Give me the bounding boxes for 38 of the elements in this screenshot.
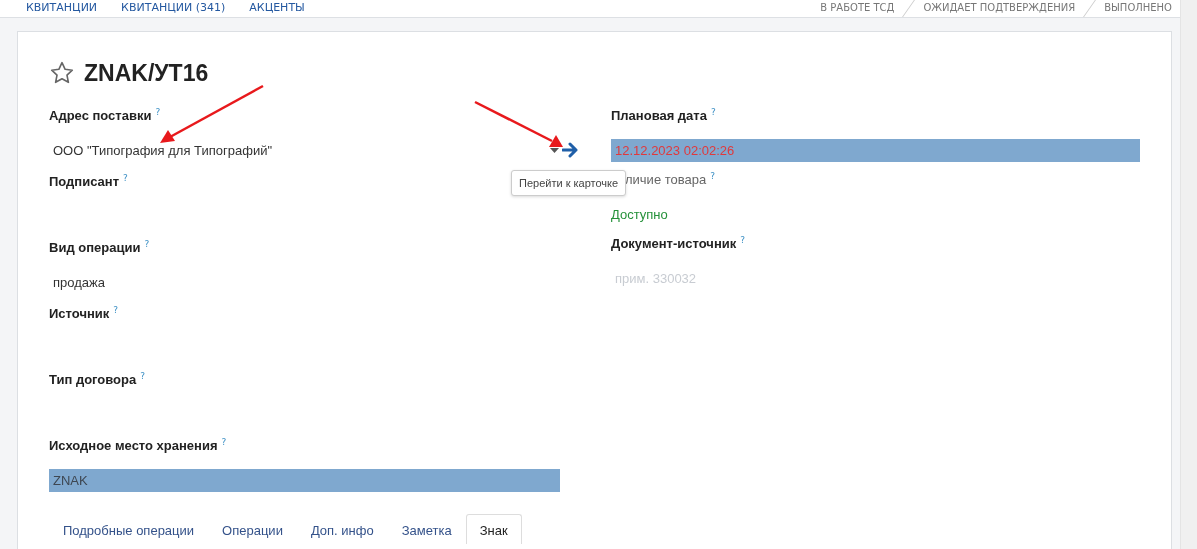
nav-tab[interactable]: КВИТАНЦИИ (341) [121, 0, 226, 17]
field-label: Адрес поставки [49, 107, 152, 125]
tab[interactable]: Заметка [387, 514, 466, 544]
help-mark[interactable]: ? [113, 304, 119, 316]
help-mark[interactable]: ? [221, 436, 227, 448]
help-mark[interactable]: ? [123, 172, 128, 184]
field-label: Подписант [49, 173, 120, 191]
availability-status: Доступно [611, 206, 668, 222]
help-mark[interactable]: ? [140, 370, 145, 382]
status-step[interactable]: ОЖИДАЕТ ПОДТВЕРЖДЕНИЯ [923, 0, 1076, 16]
tooltip: Перейти к карточке [511, 170, 627, 196]
help-mark[interactable]: ? [155, 106, 161, 118]
help-mark[interactable]: ? [144, 238, 150, 250]
scrollbar[interactable] [1180, 0, 1197, 549]
highlighted-field[interactable]: ZNAK [49, 468, 560, 492]
field-label: личие товара [625, 171, 707, 189]
nav-tab[interactable]: АКЦЕНТЫ [249, 0, 305, 17]
field-label: Документ-источник [611, 235, 737, 253]
help-mark[interactable]: ? [740, 234, 746, 246]
tab[interactable]: Доп. инфо [296, 514, 388, 544]
star-icon[interactable] [49, 60, 75, 86]
field-label: Исходное место хранения [49, 437, 218, 455]
address-select[interactable]: ООО "Типография для Типографий" [49, 142, 543, 158]
tab[interactable]: Знак [465, 514, 522, 544]
nav-tab[interactable]: КВИТАНЦИИ [26, 0, 98, 17]
record-title: ZNAK/УТ16 [84, 59, 209, 87]
field-value: продажа [52, 274, 105, 290]
field-label: Тип договора [49, 371, 137, 389]
status-step[interactable]: В РАБОТЕ ТСД [820, 0, 895, 16]
status-step[interactable]: ВЫПОЛНЕНО [1104, 0, 1172, 16]
help-mark[interactable]: ? [710, 106, 716, 118]
tab[interactable]: Подробные операции [49, 514, 209, 544]
tab[interactable]: Операции [208, 514, 297, 544]
field-label: Вид операции [49, 239, 141, 257]
help-mark[interactable]: ? [710, 170, 715, 182]
field-label: Источник [49, 305, 110, 323]
field-label: Плановая дата [611, 107, 707, 125]
arrow-right-icon[interactable] [562, 142, 579, 158]
